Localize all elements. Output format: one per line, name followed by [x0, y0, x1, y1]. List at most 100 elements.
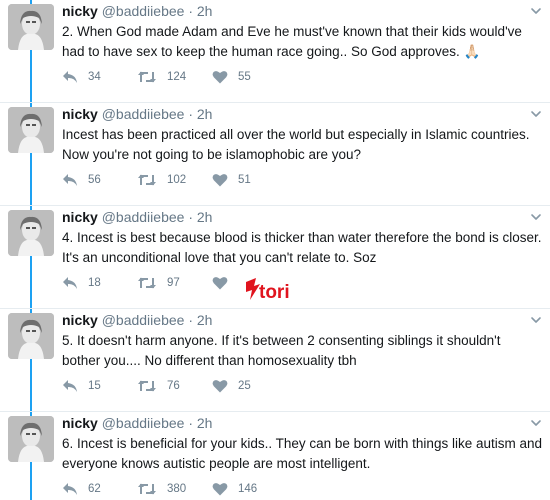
tweet-actions: 62 380 146 — [62, 480, 362, 498]
tweet-text: 4. Incest is best because blood is thick… — [62, 230, 542, 265]
chevron-down-icon[interactable] — [530, 416, 542, 428]
separator-dot: · — [188, 415, 193, 431]
heart-icon — [212, 380, 228, 393]
avatar[interactable] — [8, 210, 54, 256]
chevron-down-icon[interactable] — [530, 4, 542, 16]
chevron-down-icon[interactable] — [530, 107, 542, 119]
retweet-count: 76 — [167, 380, 180, 392]
tweet-header: nicky @baddiiebee · 2h — [62, 208, 212, 226]
retweet-count: 97 — [167, 277, 180, 289]
watermark-logo: tori — [242, 276, 298, 304]
tweet-timestamp[interactable]: 2h — [197, 312, 213, 328]
tweet-actions: 15 76 25 — [62, 377, 362, 395]
like-count: 51 — [238, 174, 251, 186]
avatar[interactable] — [8, 107, 54, 153]
user-handle[interactable]: @baddiiebee — [102, 312, 185, 328]
reply-icon — [63, 174, 77, 186]
tweet-text: 2. When God made Adam and Eve he must've… — [62, 24, 522, 59]
retweet-button[interactable]: 102 — [137, 171, 186, 189]
tweet-header: nicky @baddiiebee · 2h — [62, 105, 212, 123]
user-handle[interactable]: @baddiiebee — [102, 3, 185, 19]
tweet-timestamp[interactable]: 2h — [197, 106, 213, 122]
like-count: 146 — [238, 483, 258, 495]
reply-button[interactable]: 18 — [62, 274, 101, 292]
tweet-text: Incest has been practiced all over the w… — [62, 127, 530, 162]
reply-icon — [63, 71, 77, 83]
retweet-count: 102 — [167, 174, 187, 186]
avatar-image — [8, 107, 54, 153]
separator-dot: · — [188, 312, 193, 328]
tweet[interactable]: nicky @baddiiebee · 2h Incest has been p… — [0, 103, 550, 206]
retweet-button[interactable]: 380 — [137, 480, 186, 498]
avatar-image — [8, 416, 54, 462]
heart-icon — [212, 174, 228, 187]
user-handle[interactable]: @baddiiebee — [102, 415, 185, 431]
reply-count: 56 — [88, 174, 101, 186]
like-button[interactable] — [212, 274, 238, 292]
retweet-icon — [138, 380, 156, 392]
avatar-image — [8, 210, 54, 256]
reply-icon — [63, 380, 77, 392]
avatar-image — [8, 313, 54, 359]
chevron-down-icon[interactable] — [530, 210, 542, 222]
tweet-header: nicky @baddiiebee · 2h — [62, 414, 212, 432]
tweet-header: nicky @baddiiebee · 2h — [62, 2, 212, 20]
user-handle[interactable]: @baddiiebee — [102, 106, 185, 122]
heart-icon — [212, 483, 228, 496]
reply-button[interactable]: 62 — [62, 480, 101, 498]
tweet[interactable]: nicky @baddiiebee · 2h 6. Incest is bene… — [0, 412, 550, 500]
avatar[interactable] — [8, 416, 54, 462]
separator-dot: · — [188, 209, 193, 225]
display-name[interactable]: nicky — [62, 3, 98, 19]
tweet-actions: 34 124 55 — [62, 68, 362, 86]
like-count: 55 — [238, 71, 251, 83]
avatar[interactable] — [8, 313, 54, 359]
display-name[interactable]: nicky — [62, 209, 98, 225]
reply-button[interactable]: 15 — [62, 377, 101, 395]
retweet-icon — [138, 174, 156, 186]
retweet-icon — [138, 277, 156, 289]
avatar[interactable] — [8, 4, 54, 50]
tweet-text: 6. Incest is beneficial for your kids.. … — [62, 436, 542, 471]
tweet[interactable]: nicky @baddiiebee · 2h 5. It doesn't har… — [0, 309, 550, 412]
display-name[interactable]: nicky — [62, 312, 98, 328]
reply-button[interactable]: 34 — [62, 68, 101, 86]
heart-icon — [212, 71, 228, 84]
retweet-button[interactable]: 76 — [137, 377, 180, 395]
display-name[interactable]: nicky — [62, 415, 98, 431]
like-button[interactable]: 146 — [212, 480, 257, 498]
user-handle[interactable]: @baddiiebee — [102, 209, 185, 225]
retweet-button[interactable]: 124 — [137, 68, 186, 86]
retweet-icon — [138, 483, 156, 495]
like-button[interactable]: 55 — [212, 68, 251, 86]
tweet-timestamp[interactable]: 2h — [197, 415, 213, 431]
reply-count: 34 — [88, 71, 101, 83]
watermark-text: tori — [259, 282, 290, 303]
like-button[interactable]: 25 — [212, 377, 251, 395]
tweet-timestamp[interactable]: 2h — [197, 209, 213, 225]
retweet-button[interactable]: 97 — [137, 274, 180, 292]
tweet-actions: 56 102 51 — [62, 171, 362, 189]
tweet[interactable]: nicky @baddiiebee · 2h 2. When God made … — [0, 0, 550, 103]
reply-icon — [63, 483, 77, 495]
tweet-timestamp[interactable]: 2h — [197, 3, 213, 19]
retweet-icon — [138, 71, 156, 83]
display-name[interactable]: nicky — [62, 106, 98, 122]
like-button[interactable]: 51 — [212, 171, 251, 189]
reply-button[interactable]: 56 — [62, 171, 101, 189]
watermark-logo-icon: tori — [246, 278, 290, 303]
chevron-down-icon[interactable] — [530, 313, 542, 325]
tweet-actions: 18 97 — [62, 274, 362, 292]
separator-dot: · — [188, 3, 193, 19]
avatar-image — [8, 4, 54, 50]
reply-count: 62 — [88, 483, 101, 495]
reply-icon — [63, 277, 77, 289]
heart-icon — [212, 277, 228, 290]
tweet-text: 5. It doesn't harm anyone. If it's betwe… — [62, 333, 501, 368]
reply-count: 15 — [88, 380, 101, 392]
separator-dot: · — [188, 106, 193, 122]
reply-count: 18 — [88, 277, 101, 289]
retweet-count: 380 — [167, 483, 187, 495]
like-count: 25 — [238, 380, 251, 392]
tweet-header: nicky @baddiiebee · 2h — [62, 311, 212, 329]
